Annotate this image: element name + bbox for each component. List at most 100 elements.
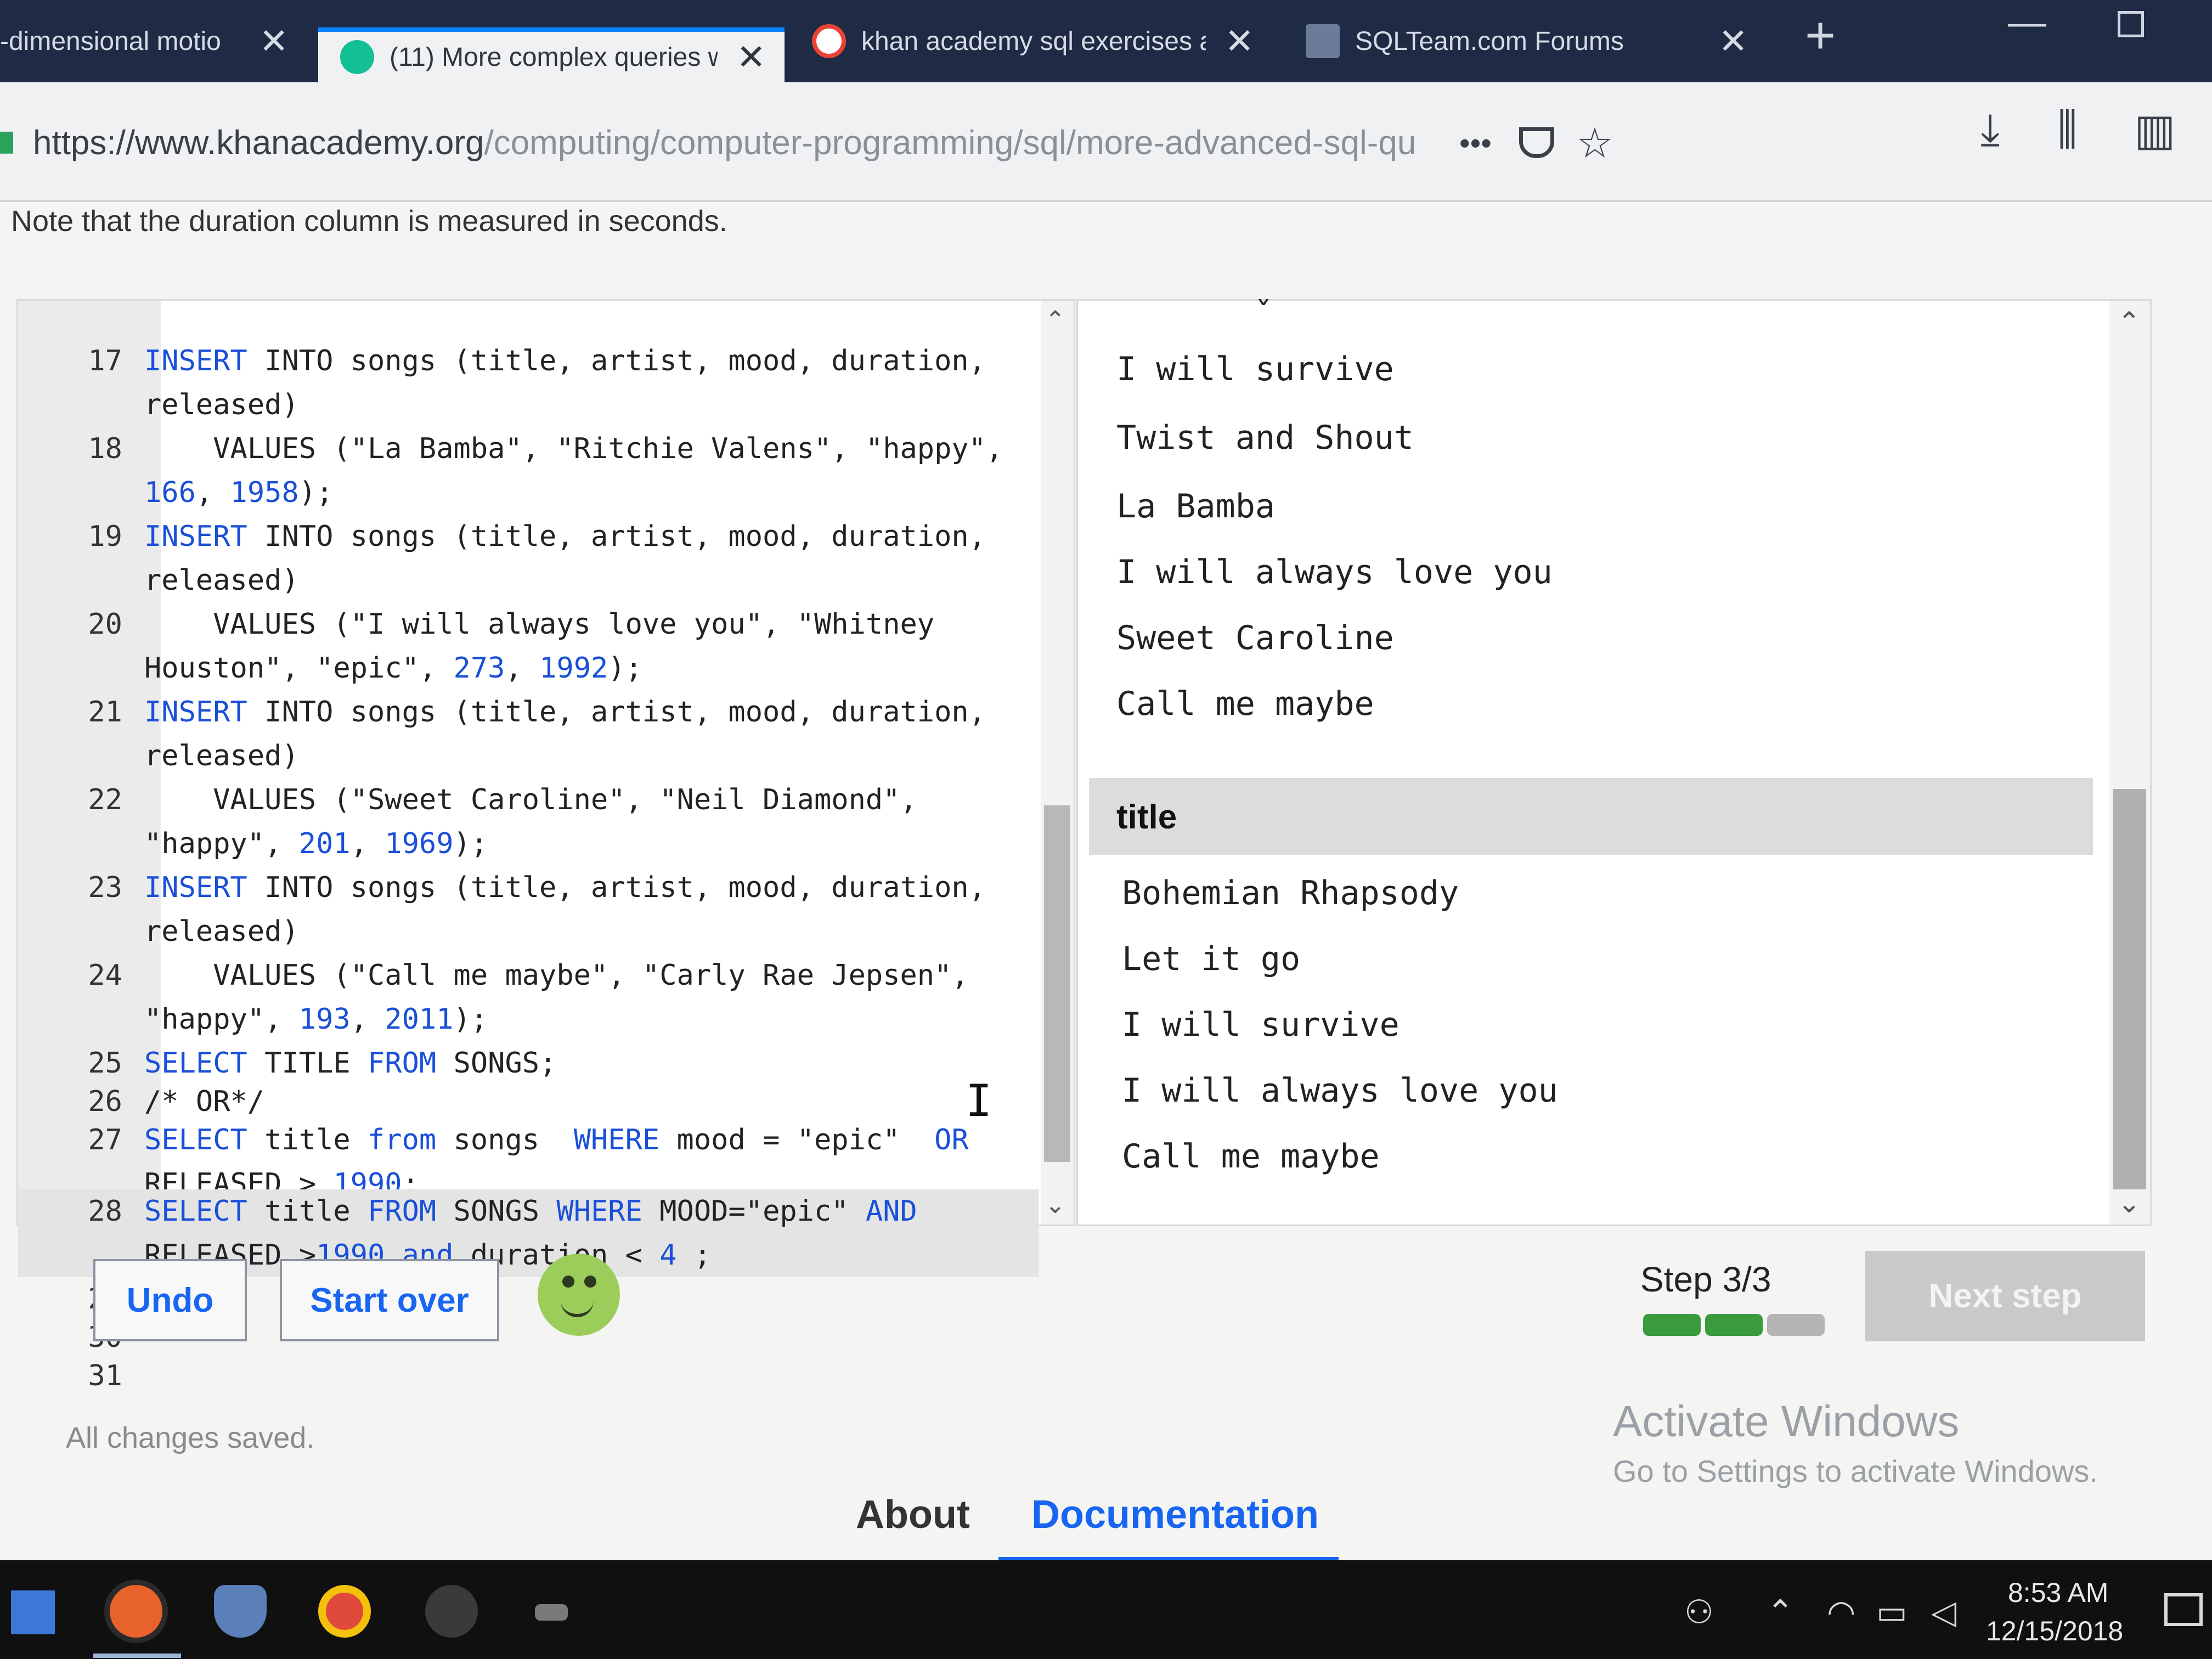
chevron-up-icon[interactable]: ⌃	[1045, 306, 1065, 334]
results-scrollbar[interactable]: ⌃ ⌄	[2109, 301, 2150, 1224]
activate-subtitle: Go to Settings to activate Windows.	[1613, 1454, 2098, 1488]
url-bar[interactable]: https://www.khanacademy.org/computing/co…	[0, 104, 1679, 181]
results-scrollbar-thumb[interactable]	[2113, 789, 2146, 1189]
code-fragment: INTO songs (title, artist, mood, duratio…	[144, 871, 986, 948]
google-icon	[812, 24, 846, 58]
code-fragment: );	[453, 1003, 488, 1036]
code-fragment: songs	[436, 1124, 574, 1156]
line-number: 19	[88, 520, 122, 553]
code-fragment: );	[608, 652, 642, 685]
firefox-active-indicator	[93, 1654, 181, 1658]
result-cell: La Bamba	[1116, 487, 1275, 526]
line-number: 20	[88, 608, 122, 641]
close-icon[interactable]: ✕	[259, 21, 289, 62]
result-cell: Bohemian Rhapsody	[1122, 874, 1459, 912]
tab-more-complex-queries[interactable]: (11) More complex queries w ✕	[318, 27, 785, 82]
footer-link-about[interactable]: About	[856, 1492, 970, 1537]
keyword: SELECT	[144, 1124, 247, 1156]
minimize-icon[interactable]: —	[2008, 0, 2046, 44]
progress-segment-done	[1705, 1314, 1763, 1336]
restore-icon[interactable]	[2118, 11, 2144, 37]
pocket-icon[interactable]	[1519, 127, 1554, 158]
column-title: title	[1116, 798, 1177, 836]
code-fragment: VALUES ("La Bamba", "Ritchie Valens", "h…	[213, 432, 1003, 465]
chrome-icon[interactable]	[318, 1585, 371, 1638]
clock-date[interactable]: 12/15/2018	[1986, 1615, 2123, 1647]
code-fragment: );	[453, 827, 488, 860]
keyword: INSERT	[144, 696, 247, 729]
shield-icon[interactable]	[214, 1585, 267, 1638]
avatar-smile	[561, 1297, 594, 1317]
chevron-down-icon[interactable]: ⌄	[1045, 1191, 1065, 1219]
line-number: 17	[88, 345, 122, 377]
url-text[interactable]: https://www.khanacademy.org/computing/co…	[33, 123, 1415, 162]
tab-2d-motion[interactable]: -dimensional motio ✕	[0, 0, 307, 82]
keyword: INSERT	[144, 520, 247, 553]
result-cell: I will survive	[1122, 1006, 1400, 1044]
wifi-icon[interactable]: ◠	[1827, 1593, 1855, 1632]
next-step-button[interactable]: Next step	[1865, 1251, 2145, 1341]
close-icon[interactable]: ✕	[1224, 21, 1254, 62]
store-icon[interactable]	[11, 1590, 55, 1634]
code-fragment: INTO songs (title, artist, mood, duratio…	[144, 345, 986, 421]
result-cell: I will survive	[1116, 350, 1394, 388]
code-fragment: SONGS	[436, 1195, 557, 1228]
editor-scrollbar-thumb[interactable]	[1044, 805, 1070, 1162]
keyword: SELECT	[144, 1047, 247, 1080]
code-editor[interactable]: 17 INSERT INTO songs (title, artist, moo…	[16, 299, 1075, 1392]
code-fragment: INTO songs (title, artist, mood, duratio…	[144, 696, 986, 772]
code-text: VALUES ("Call me maybe", "Carly Rae Jeps…	[144, 953, 1033, 1041]
undo-button[interactable]: Undo	[93, 1259, 247, 1341]
app-icon-small[interactable]	[535, 1604, 568, 1621]
firefox-icon[interactable]	[110, 1585, 162, 1638]
bookmark-star-icon[interactable]: ☆	[1576, 119, 1613, 167]
result-cell: Sweet Caroline	[1116, 619, 1394, 657]
editor-scrollbar[interactable]: ⌃ ⌄	[1041, 301, 1074, 1224]
battery-icon[interactable]: ▭	[1876, 1593, 1908, 1632]
code-fragment: VALUES ("Call me maybe", "Carly Rae Jeps…	[144, 959, 969, 1036]
keyword: FROM	[368, 1195, 437, 1228]
keyword: WHERE	[573, 1124, 660, 1156]
number-literal: 1969	[385, 827, 454, 860]
line-number: 22	[88, 783, 122, 816]
comment: /* OR*/	[144, 1085, 265, 1118]
tab-google-search[interactable]: khan academy sql exercises a ✕	[790, 0, 1273, 82]
app-icon[interactable]	[425, 1585, 478, 1638]
chevron-up-icon[interactable]: ⌃	[2118, 306, 2141, 338]
new-tab-icon[interactable]: +	[1805, 5, 1836, 66]
code-fragment: TITLE	[247, 1047, 368, 1080]
code-fragment: VALUES ("Sweet Caroline", "Neil Diamond"…	[144, 783, 917, 860]
download-icon[interactable]: ⤓	[1980, 104, 2000, 155]
sidebar-icon[interactable]: ▥	[2134, 104, 2176, 155]
line-number: 26	[88, 1085, 122, 1118]
keyword: AND	[865, 1195, 917, 1228]
close-icon[interactable]: ✕	[736, 37, 766, 78]
notifications-icon[interactable]	[2164, 1593, 2203, 1626]
code-text: INSERT INTO songs (title, artist, mood, …	[144, 866, 1033, 953]
page-actions-icon[interactable]: •••	[1459, 125, 1492, 161]
chevron-up-icon[interactable]: ⌃	[1767, 1593, 1794, 1632]
number-literal: 201	[298, 827, 351, 860]
footer-link-documentation[interactable]: Documentation	[1031, 1492, 1319, 1537]
progress-segment-remaining	[1767, 1314, 1825, 1336]
volume-icon[interactable]: ◁	[1931, 1593, 1956, 1632]
line-number: 24	[88, 959, 122, 992]
chevron-down-icon[interactable]: ⌄	[2118, 1187, 2141, 1219]
people-icon[interactable]: ⚇	[1684, 1593, 1714, 1632]
text-cursor-icon: I	[966, 1075, 992, 1126]
close-icon[interactable]: ✕	[1718, 21, 1748, 62]
partial-row-glyph: ˇ	[1254, 295, 1274, 334]
tab-sqlteam-forums[interactable]: SQLTeam.com Forums ✕	[1284, 0, 1767, 82]
code-text: INSERT INTO songs (title, artist, mood, …	[144, 690, 1033, 778]
clock-time[interactable]: 8:53 AM	[2008, 1577, 2108, 1609]
number-literal: 1958	[230, 476, 299, 509]
number-literal: 273	[453, 652, 505, 685]
start-over-button[interactable]: Start over	[280, 1259, 499, 1341]
instruction-note: Note that the duration column is measure…	[11, 205, 727, 238]
library-icon[interactable]: ⫼	[2057, 104, 2078, 155]
avatar	[538, 1254, 620, 1336]
number-literal: 1992	[539, 652, 608, 685]
keyword: WHERE	[556, 1195, 642, 1228]
keyword: OR	[934, 1124, 969, 1156]
keyword: SELECT	[144, 1195, 247, 1228]
